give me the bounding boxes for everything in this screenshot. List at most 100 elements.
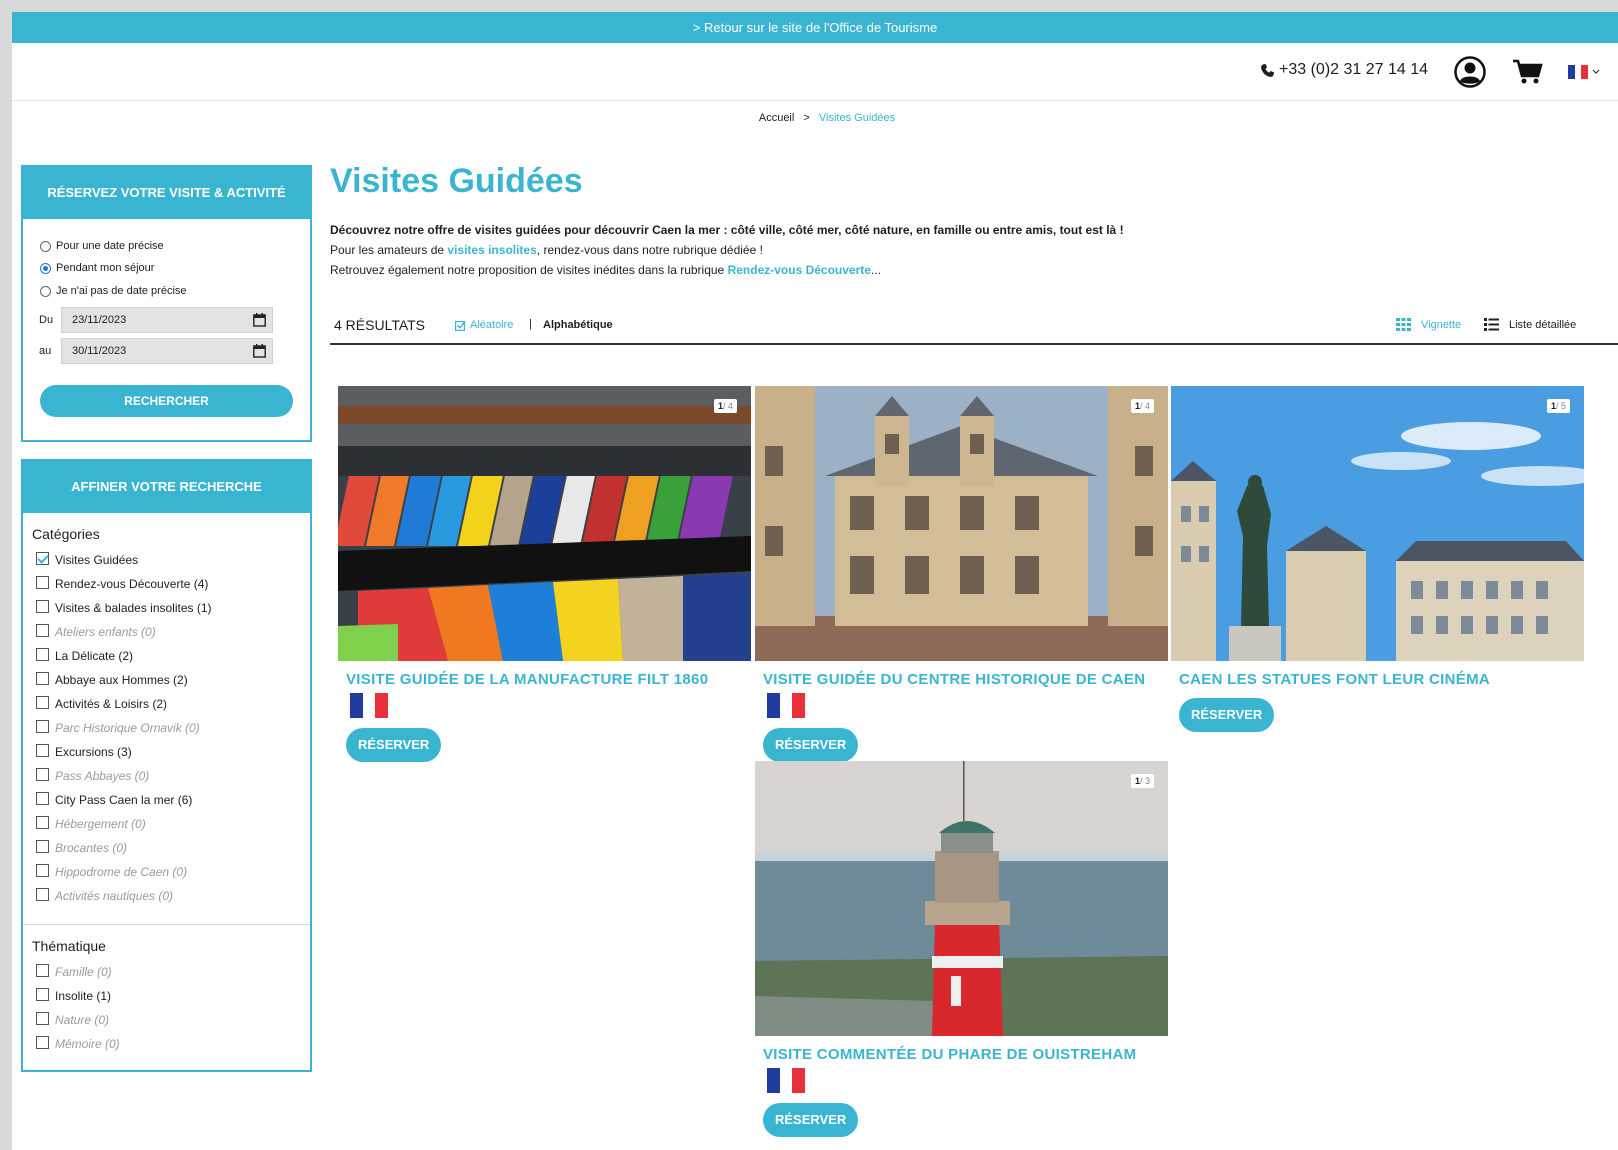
- filter-option-label: Nature (0): [55, 1013, 110, 1027]
- filter-option-label: Mémoire (0): [55, 1037, 120, 1051]
- filter-option: Activités nautiques (0): [36, 887, 173, 903]
- activity-card: 1/ 4 VISITE GUIDÉE DE LA MANUFACTURE FIL…: [338, 386, 751, 762]
- book-button[interactable]: RÉSERVER: [346, 728, 442, 762]
- card-photo-lighthouse[interactable]: 1/ 3: [755, 761, 1168, 1036]
- radio-button[interactable]: [40, 285, 51, 297]
- back-to-tourism-site-link[interactable]: > Retour sur le site de l'Office de Tour…: [693, 20, 937, 35]
- filters-panel: AFFINER VOTRE RECHERCHE Catégories Visit…: [21, 459, 312, 1072]
- card-photo-weaving[interactable]: 1/ 4: [338, 386, 751, 661]
- checkbox: [36, 719, 49, 733]
- filter-option[interactable]: Visites & balades insolites (1): [36, 599, 212, 615]
- cart-icon[interactable]: [1513, 59, 1543, 85]
- checkbox[interactable]: [36, 575, 49, 589]
- filter-option: Ateliers enfants (0): [36, 623, 156, 639]
- filter-option: Famille (0): [36, 963, 112, 979]
- book-button[interactable]: RÉSERVER: [1179, 698, 1275, 732]
- radio-label: Je n'ai pas de date précise: [56, 285, 187, 297]
- sort-random-label: Aléatoire: [470, 319, 514, 331]
- list-icon: [1484, 318, 1499, 331]
- view-list-label: Liste détaillée: [1509, 318, 1577, 331]
- breadcrumb-home[interactable]: Accueil: [759, 112, 794, 124]
- card-photo-historic-centre[interactable]: 1/ 4: [755, 386, 1168, 661]
- language-selector[interactable]: [1568, 65, 1600, 79]
- top-banner: > Retour sur le site de l'Office de Tour…: [12, 12, 1618, 43]
- french-flag-icon: [767, 1068, 806, 1093]
- checkbox[interactable]: [36, 743, 49, 757]
- checkbox[interactable]: [36, 671, 49, 685]
- radio-button-selected[interactable]: [40, 262, 51, 274]
- date-to-field[interactable]: 30/11/2023: [61, 338, 273, 364]
- checkbox[interactable]: [36, 647, 49, 661]
- filter-option-label: Pass Abbayes (0): [55, 769, 150, 783]
- sort-separator: |: [529, 318, 532, 330]
- radio-no-date[interactable]: Je n'ai pas de date précise: [40, 285, 187, 297]
- card-title[interactable]: VISITE COMMENTÉE DU PHARE DE OUISTREHAM: [763, 1046, 1168, 1063]
- breadcrumb-separator: >: [803, 112, 810, 124]
- filter-option-label: City Pass Caen la mer (6): [55, 793, 193, 807]
- photo-counter: 1/ 5: [1546, 399, 1570, 413]
- activity-card: 1/ 3 VISITE COMMENTÉE DU PHARE DE OUISTR…: [755, 761, 1168, 1137]
- filter-option[interactable]: La Délicate (2): [36, 647, 133, 663]
- filter-option-label: Activités & Loisirs (2): [55, 697, 168, 711]
- intro-text-part: ...: [870, 263, 881, 277]
- results-count: 4 RÉSULTATS: [334, 317, 426, 333]
- user-account-icon[interactable]: [1454, 56, 1486, 88]
- radio-button[interactable]: [40, 240, 51, 252]
- checkbox[interactable]: [36, 987, 49, 1001]
- filter-option-label: Insolite (1): [55, 989, 112, 1003]
- view-list-toggle[interactable]: Liste détaillée: [1484, 318, 1576, 331]
- search-button[interactable]: RECHERCHER: [40, 385, 293, 417]
- phone-icon: [1261, 63, 1275, 77]
- sort-random-option[interactable]: Aléatoire: [455, 319, 513, 331]
- checkbox: [36, 623, 49, 637]
- date-from-value: 23/11/2023: [72, 314, 127, 326]
- date-from-field[interactable]: 23/11/2023: [61, 307, 273, 333]
- radio-during-stay[interactable]: Pendant mon séjour: [40, 262, 154, 274]
- phone-link[interactable]: +33 (0)2 31 27 14 14: [1260, 61, 1428, 79]
- card-title[interactable]: VISITE GUIDÉE DE LA MANUFACTURE FILT 186…: [346, 671, 751, 688]
- checkbox-checked[interactable]: [36, 551, 49, 565]
- filter-option-label: Famille (0): [55, 965, 112, 979]
- photo-total: / 4: [1139, 401, 1150, 411]
- categories-title: Catégories: [32, 526, 100, 542]
- checkbox[interactable]: [36, 599, 49, 613]
- filter-option-label: Ateliers enfants (0): [55, 625, 156, 639]
- filter-option-label: Excursions (3): [55, 745, 132, 759]
- filter-option[interactable]: City Pass Caen la mer (6): [36, 791, 193, 807]
- filter-option[interactable]: Insolite (1): [36, 987, 112, 1003]
- sort-alphabetical-option[interactable]: Alphabétique: [543, 319, 613, 331]
- view-grid-label: Vignette: [1421, 318, 1462, 331]
- card-photo-statue[interactable]: 1/ 5: [1171, 386, 1584, 661]
- filter-option-label: Parc Historique Ornavik (0): [55, 721, 200, 735]
- calendar-icon[interactable]: [253, 313, 266, 327]
- date-from-label: Du: [39, 314, 54, 326]
- activity-card: 1/ 4 VISITE GUIDÉE DU CENTRE HISTORIQUE …: [755, 386, 1168, 762]
- checkbox[interactable]: [36, 695, 49, 709]
- view-grid-toggle[interactable]: Vignette: [1396, 318, 1461, 331]
- themes-title: Thématique: [32, 938, 106, 954]
- book-button[interactable]: RÉSERVER: [763, 1103, 859, 1137]
- filter-option: Brocantes (0): [36, 839, 127, 855]
- card-title[interactable]: CAEN LES STATUES FONT LEUR CINÉMA: [1179, 671, 1584, 688]
- book-button[interactable]: RÉSERVER: [763, 728, 859, 762]
- insolites-link[interactable]: visites insolites: [447, 243, 536, 257]
- card-title[interactable]: VISITE GUIDÉE DU CENTRE HISTORIQUE DE CA…: [763, 671, 1168, 688]
- photo-counter: 1/ 3: [1130, 774, 1154, 788]
- filter-option[interactable]: Visites Guidées: [36, 551, 139, 567]
- checkbox[interactable]: [36, 791, 49, 805]
- header: +33 (0)2 31 27 14 14: [12, 43, 1618, 101]
- checkbox: [36, 963, 49, 977]
- filter-option[interactable]: Excursions (3): [36, 743, 132, 759]
- calendar-icon[interactable]: [253, 344, 266, 358]
- booking-panel-title: RÉSERVEZ VOTRE VISITE & ACTIVITÉ: [23, 167, 310, 219]
- photo-total: / 3: [1139, 776, 1150, 786]
- filter-option[interactable]: Activités & Loisirs (2): [36, 695, 168, 711]
- rendezvous-decouverte-link[interactable]: Rendez-vous Découverte: [728, 263, 871, 277]
- photo-total: / 5: [1555, 401, 1566, 411]
- filter-option[interactable]: Rendez-vous Découverte (4): [36, 575, 208, 591]
- radio-specific-date[interactable]: Pour une date précise: [40, 240, 164, 252]
- date-to-value: 30/11/2023: [72, 345, 127, 357]
- filter-option[interactable]: Abbaye aux Hommes (2): [36, 671, 188, 687]
- french-flag-icon: [767, 693, 806, 718]
- filter-option-label: Visites Guidées: [55, 553, 139, 567]
